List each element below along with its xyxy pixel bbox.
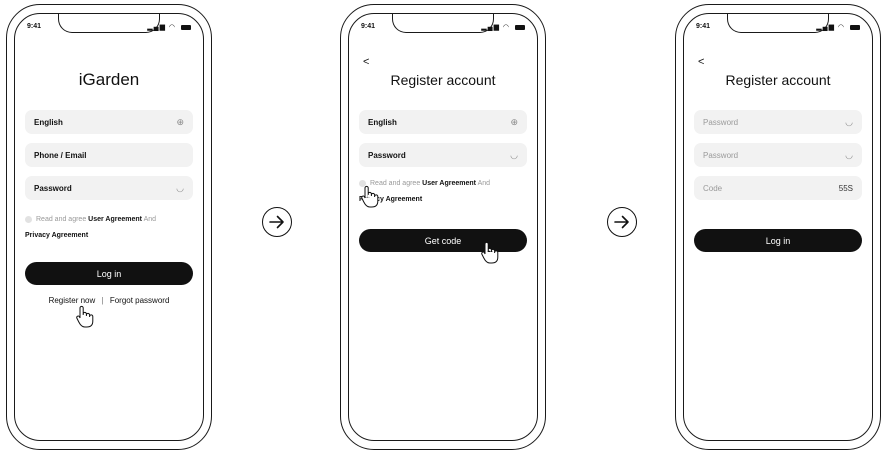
screen-login: 9:41 ▂▄▆ ◠ iGarden English ⊕ Phone / Ema…	[14, 13, 204, 441]
login-button[interactable]: Log in	[25, 262, 193, 285]
agreement-text: Read and agree User Agreement And Privac…	[359, 176, 527, 208]
globe-icon: ⊕	[510, 116, 518, 127]
code-placeholder: Code	[703, 183, 723, 193]
battery-icon	[181, 24, 191, 30]
password-placeholder: Password	[368, 150, 406, 160]
eye-closed-icon[interactable]: ◡	[845, 150, 853, 161]
page-title: iGarden	[78, 70, 140, 89]
eye-closed-icon[interactable]: ◡	[510, 150, 518, 161]
screen-register: 9:41 ▂▄▆ ◠ < Register account English ⊕ …	[348, 13, 538, 441]
language-value: English	[368, 117, 397, 127]
eye-closed-icon[interactable]: ◡	[845, 117, 853, 128]
battery-icon	[850, 24, 860, 30]
phone-login: 9:41 ▂▄▆ ◠ iGarden English ⊕ Phone / Ema…	[6, 4, 212, 450]
password-input[interactable]: Password ◡	[359, 143, 527, 167]
hand-pointer-icon	[481, 241, 499, 264]
back-button[interactable]: <	[363, 56, 369, 68]
hand-pointer-icon	[76, 305, 94, 328]
agree-checkbox[interactable]	[25, 215, 32, 223]
arrow-right-circle-icon	[614, 215, 629, 229]
password-placeholder: Password	[34, 183, 72, 193]
confirm-password-placeholder: Password	[703, 150, 739, 160]
status-time: 9:41	[696, 23, 711, 30]
back-button[interactable]: <	[698, 56, 704, 68]
password-placeholder: Password	[703, 117, 739, 127]
phone-register: 9:41 ▂▄▆ ◠ < Register account English ⊕ …	[340, 4, 546, 450]
agree-and: And	[477, 180, 491, 187]
confirm-password-input[interactable]: Password ◡	[694, 143, 862, 167]
page-title: Register account	[390, 72, 496, 88]
agree-prefix: Read and agree	[36, 216, 87, 223]
link-separator: |	[101, 296, 104, 305]
battery-icon	[515, 24, 525, 30]
user-agreement-link[interactable]: User Agreement	[88, 216, 142, 223]
account-placeholder: Phone / Email	[34, 150, 87, 160]
get-code-button[interactable]: Get code	[359, 229, 527, 252]
notch	[58, 14, 160, 33]
page-title: Register account	[725, 72, 831, 88]
language-select[interactable]: English ⊕	[359, 110, 527, 134]
auth-links: Register now | Forgot password	[15, 296, 203, 305]
code-input[interactable]: Code 55S	[694, 176, 862, 200]
status-time: 9:41	[361, 23, 376, 30]
status-time: 9:41	[27, 23, 42, 30]
notch	[727, 14, 829, 33]
language-value: English	[34, 117, 63, 127]
flow-arrow-1	[262, 207, 292, 237]
account-input[interactable]: Phone / Email	[25, 143, 193, 167]
agree-and: And	[143, 216, 157, 223]
status-icons: ▂▄▆ ◠	[816, 23, 860, 31]
flow-arrow-2	[607, 207, 637, 237]
forgot-password-link[interactable]: Forgot password	[110, 296, 170, 305]
password-input[interactable]: Password ◡	[25, 176, 193, 200]
eye-closed-icon[interactable]: ◡	[176, 183, 184, 194]
password-input[interactable]: Password ◡	[694, 110, 862, 134]
language-select[interactable]: English ⊕	[25, 110, 193, 134]
code-timer: 55S	[838, 183, 853, 193]
phone-verify: 9:41 ▂▄▆ ◠ < Register account Password ◡…	[675, 4, 881, 450]
status-icons: ▂▄▆ ◠	[147, 23, 191, 31]
globe-icon: ⊕	[176, 116, 184, 127]
notch	[392, 14, 494, 33]
privacy-agreement-link[interactable]: Privacy Agreement	[25, 232, 88, 239]
agreement-text: Read and agree User Agreement And Privac…	[25, 212, 193, 244]
screen-verify: 9:41 ▂▄▆ ◠ < Register account Password ◡…	[683, 13, 873, 441]
user-agreement-link[interactable]: User Agreement	[422, 180, 476, 187]
arrow-right-circle-icon	[269, 215, 284, 229]
login-button[interactable]: Log in	[694, 229, 862, 252]
status-icons: ▂▄▆ ◠	[481, 23, 525, 31]
hand-pointer-icon	[361, 185, 379, 208]
